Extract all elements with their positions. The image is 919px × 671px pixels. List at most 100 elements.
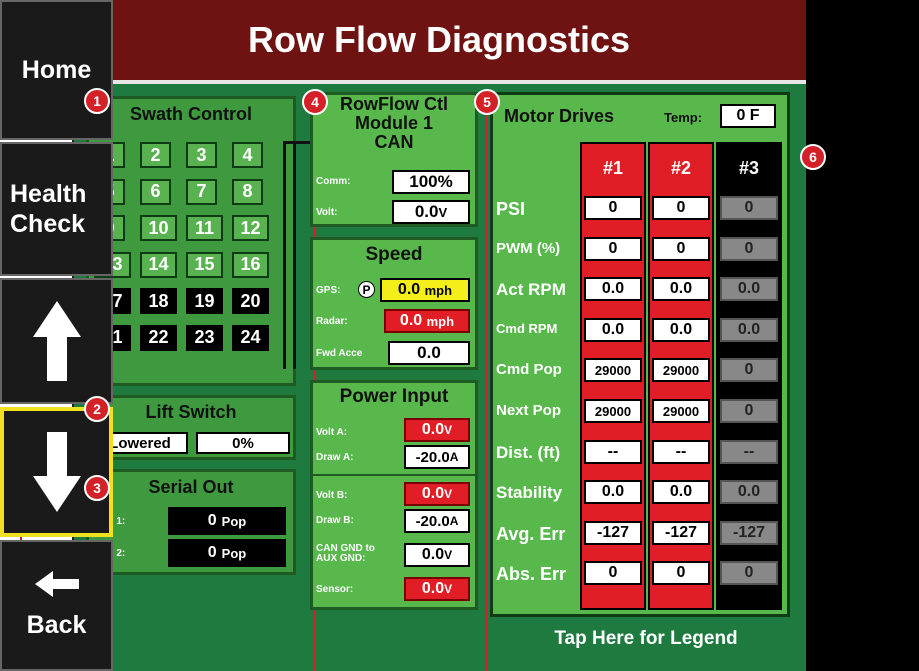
health-check-button[interactable]: Health Check xyxy=(0,142,113,276)
motor-value-cell: 29000 xyxy=(652,358,710,383)
motor-value-cell: 0.0 xyxy=(652,277,710,302)
swath-section-button[interactable]: 4 xyxy=(232,142,263,168)
swath-section-button[interactable]: 15 xyxy=(186,251,223,278)
speed-radar-label: Radar: xyxy=(316,316,348,327)
swath-bus-line-2 xyxy=(293,141,296,369)
motor-row-label: Cmd RPM xyxy=(496,320,558,336)
motor-row-label: Avg. Err xyxy=(496,523,566,544)
home-button[interactable]: Home xyxy=(0,0,113,140)
motor-value-cell: 0.0 xyxy=(584,480,642,505)
speed-gps-unit: mph xyxy=(424,282,453,298)
back-button-label: Back xyxy=(26,611,87,639)
motor-value-cell: -- xyxy=(652,439,710,464)
motor-value-cell: 0 xyxy=(584,196,642,220)
power-volt-b-value: 0.0 V xyxy=(404,482,470,506)
power-volt-a-label: Volt A: xyxy=(316,427,348,438)
swath-bus-line xyxy=(283,141,286,369)
motor-value-cell: 0 xyxy=(584,561,642,586)
motor-value-cell: 0.0 xyxy=(720,277,778,302)
swath-section-button[interactable]: 23 xyxy=(186,324,223,351)
power-can-gnd-number: 0.0 xyxy=(421,546,445,563)
motor-drives-title: Motor Drives xyxy=(504,106,615,126)
power-draw-b-number: -20.0 xyxy=(415,512,450,530)
legend-link[interactable]: Tap Here for Legend xyxy=(486,628,806,650)
arrow-down-icon xyxy=(32,432,81,512)
callout-badge-4: 4 xyxy=(302,89,328,115)
swath-section-button[interactable]: 12 xyxy=(232,215,269,241)
module-title-line3: CAN xyxy=(374,132,414,152)
serial-mot2-value: 0 Pop xyxy=(168,539,286,567)
module-volt-value: 0.0 V xyxy=(392,200,470,224)
speed-radar-number: 0.0 xyxy=(399,312,423,329)
speed-radar-value: 0.0 mph xyxy=(384,309,470,333)
module-volt-unit: V xyxy=(438,204,448,220)
motor-row-label: Act RPM xyxy=(496,280,566,300)
speed-fwd-label: Fwd Acce xyxy=(316,348,363,359)
scroll-down-button[interactable] xyxy=(0,407,113,537)
motor-column-header: #2 xyxy=(670,158,692,178)
serial-mot2-unit: Pop xyxy=(221,545,247,561)
swath-section-button[interactable]: 24 xyxy=(232,324,269,351)
power-volt-a-unit: V xyxy=(444,423,453,437)
power-volt-b-number: 0.0 xyxy=(421,485,445,502)
swath-section-button[interactable]: 3 xyxy=(186,142,217,168)
motor-value-cell: 0.0 xyxy=(584,277,642,302)
power-volt-a-value: 0.0 V xyxy=(404,418,470,442)
motor-value-cell: 0 xyxy=(584,236,642,261)
motor-value-cell: 0 xyxy=(720,561,778,586)
motor-value-cell: 0.0 xyxy=(584,317,642,342)
motor-row-label: Stability xyxy=(496,483,563,503)
gps-source-badge: P xyxy=(358,281,375,298)
motor-value-cell: -127 xyxy=(584,520,642,545)
power-title: Power Input xyxy=(339,386,449,407)
power-volt-b-label: Volt B: xyxy=(316,490,348,501)
power-sensor-label: Sensor: xyxy=(316,584,354,595)
back-button[interactable]: Back xyxy=(0,540,113,671)
motor-temp-value: 0 F xyxy=(720,104,776,128)
motor-row-label: PWM (%) xyxy=(496,239,561,257)
power-draw-a-label: Draw A: xyxy=(316,452,354,463)
swath-section-button[interactable]: 14 xyxy=(140,251,177,278)
power-can-gnd-label-line2: AUX GND: xyxy=(316,553,366,564)
motor-column-header: #3 xyxy=(738,158,760,178)
power-volt-b-unit: V xyxy=(444,487,453,501)
motor-value-cell: -- xyxy=(720,439,778,464)
callout-badge-5: 5 xyxy=(474,89,500,115)
swath-section-button[interactable]: 18 xyxy=(140,288,177,314)
swath-section-button[interactable]: 6 xyxy=(140,178,171,205)
lift-switch-percent: 0% xyxy=(196,432,290,454)
swath-section-button[interactable]: 2 xyxy=(140,142,171,168)
motor-value-cell: 29000 xyxy=(584,358,642,383)
callout-badge-6: 6 xyxy=(800,144,826,170)
speed-gps-value: 0.0 mph xyxy=(380,278,470,302)
motor-value-cell: 0 xyxy=(720,236,778,261)
power-draw-b-value: -20.0 A xyxy=(404,509,470,533)
callout-badge-2: 2 xyxy=(84,396,110,422)
swath-bus-connector xyxy=(283,141,311,144)
power-draw-a-number: -20.0 xyxy=(415,448,450,466)
scroll-up-button[interactable] xyxy=(0,278,113,404)
speed-radar-unit: mph xyxy=(426,313,455,329)
power-sensor-unit: V xyxy=(444,582,453,596)
swath-section-button[interactable]: 8 xyxy=(232,178,263,205)
swath-section-button[interactable]: 16 xyxy=(232,251,269,278)
serial-mot1-unit: Pop xyxy=(221,513,247,529)
power-volt-a-number: 0.0 xyxy=(421,421,445,438)
sidebar xyxy=(806,0,919,671)
module-comm-label: Comm: xyxy=(316,176,351,187)
serial-mot1-value: 0 Pop xyxy=(168,507,286,535)
swath-section-button[interactable]: 11 xyxy=(186,215,223,241)
module-title-line1: RowFlow Ctl xyxy=(340,94,448,114)
power-draw-b-label: Draw B: xyxy=(316,515,354,526)
swath-section-button[interactable]: 20 xyxy=(232,288,269,314)
swath-section-button[interactable]: 19 xyxy=(186,288,223,314)
serial-mot2-number: 0 xyxy=(207,544,217,561)
motor-value-cell: 0 xyxy=(720,196,778,220)
power-sensor-number: 0.0 xyxy=(421,580,445,597)
swath-section-button[interactable]: 7 xyxy=(186,178,217,205)
swath-section-button[interactable]: 10 xyxy=(140,215,177,241)
motor-value-cell: 0 xyxy=(720,358,778,383)
serial-out-title: Serial Out xyxy=(148,477,234,497)
swath-section-button[interactable]: 22 xyxy=(140,324,177,351)
motor-value-cell: -127 xyxy=(652,520,710,545)
